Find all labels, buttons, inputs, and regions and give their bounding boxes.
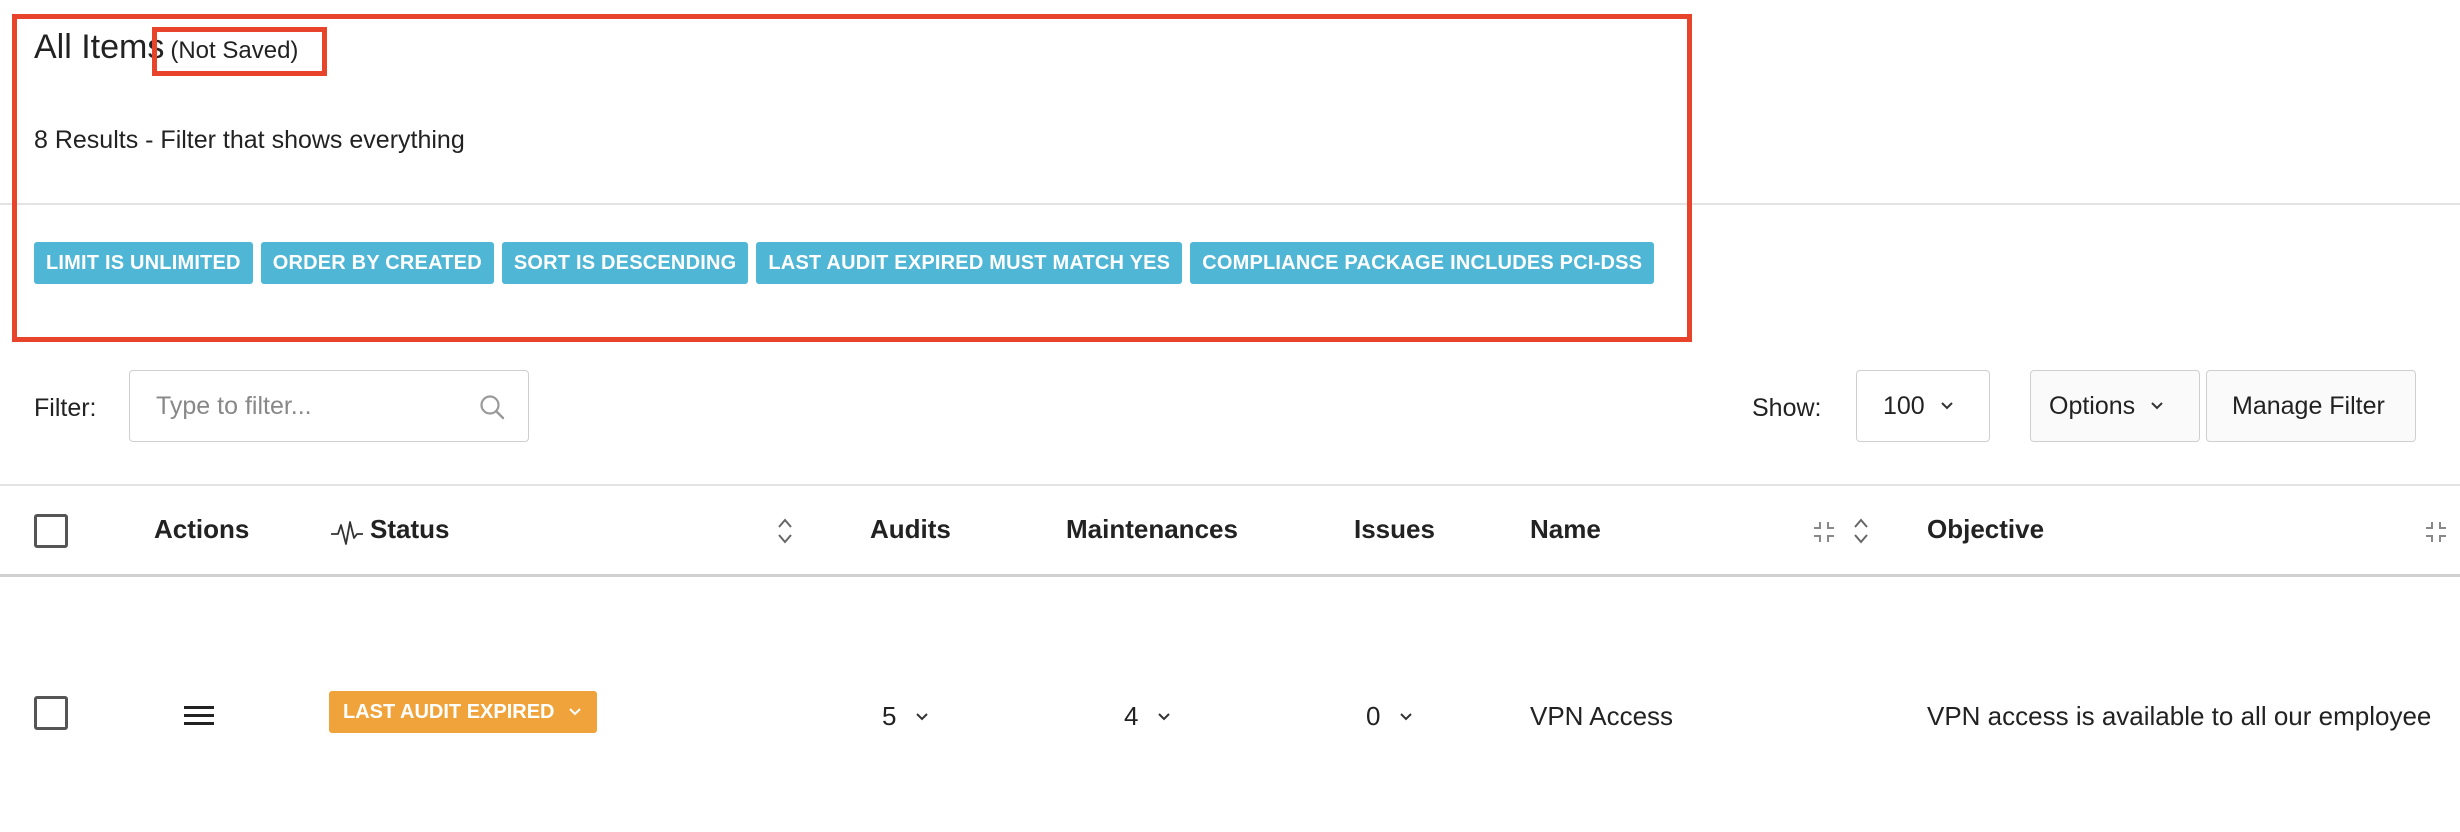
status-badge-label: LAST AUDIT EXPIRED [343, 701, 555, 723]
page-size-value: 100 [1883, 391, 1925, 420]
column-header-maintenances: Maintenances [1066, 514, 1238, 544]
select-all-checkbox[interactable] [34, 514, 68, 548]
manage-filter-button[interactable]: Manage Filter [2206, 370, 2416, 442]
sort-icon[interactable] [776, 516, 794, 546]
row-objective: VPN access is available to all our emplo… [1927, 701, 2432, 731]
issues-count: 0 [1366, 701, 1381, 731]
menu-icon[interactable] [184, 705, 214, 727]
row-name[interactable]: VPN Access [1530, 701, 1673, 732]
chevron-down-icon [1941, 402, 1953, 410]
activity-icon [331, 521, 363, 545]
column-header-status[interactable]: Status [370, 514, 449, 545]
chevron-down-icon [915, 713, 928, 721]
options-button-label: Options [2049, 391, 2136, 420]
status-badge[interactable]: LAST AUDIT EXPIRED [329, 691, 597, 733]
manage-filter-label: Manage Filter [2232, 391, 2385, 420]
collapse-icon[interactable] [1812, 520, 1836, 544]
issues-dropdown[interactable]: 0 [1366, 701, 1414, 732]
page: All Items (Not Saved) 8 Results - Filter … [0, 0, 2460, 832]
filter-input[interactable] [154, 390, 458, 422]
chevron-down-icon [2151, 402, 2163, 410]
column-header-objective: Objective [1927, 514, 2045, 544]
highlight-box-not-saved [152, 27, 327, 76]
column-header-issues: Issues [1354, 514, 1435, 544]
options-button[interactable]: Options [2030, 370, 2200, 442]
sort-icon[interactable] [1852, 516, 1870, 546]
filter-box[interactable] [129, 370, 529, 442]
table-header: Actions Status Audits Maintenances Issue… [0, 486, 2460, 576]
table-row[interactable]: LAST AUDIT EXPIRED 5 4 0 VPN Access VPN … [0, 577, 2460, 832]
page-size-select[interactable]: 100 [1856, 370, 1990, 442]
collapse-icon[interactable] [2424, 520, 2448, 544]
column-header-audits: Audits [870, 514, 951, 544]
column-header-name[interactable]: Name [1530, 514, 1601, 545]
search-icon[interactable] [478, 393, 506, 421]
chevron-down-icon [1157, 713, 1170, 721]
audits-count: 5 [882, 701, 897, 731]
column-header-actions: Actions [154, 514, 250, 544]
show-label: Show: [1752, 394, 1822, 422]
maintenances-dropdown[interactable]: 4 [1124, 701, 1172, 732]
chevron-down-icon [568, 708, 581, 716]
row-checkbox[interactable] [34, 696, 68, 730]
filter-label: Filter: [34, 394, 97, 422]
maintenances-count: 4 [1124, 701, 1139, 731]
audits-dropdown[interactable]: 5 [882, 701, 930, 732]
toolbar: Filter: Show: 100 Options Manage Filter [0, 370, 2460, 486]
chevron-down-icon [1399, 713, 1412, 721]
